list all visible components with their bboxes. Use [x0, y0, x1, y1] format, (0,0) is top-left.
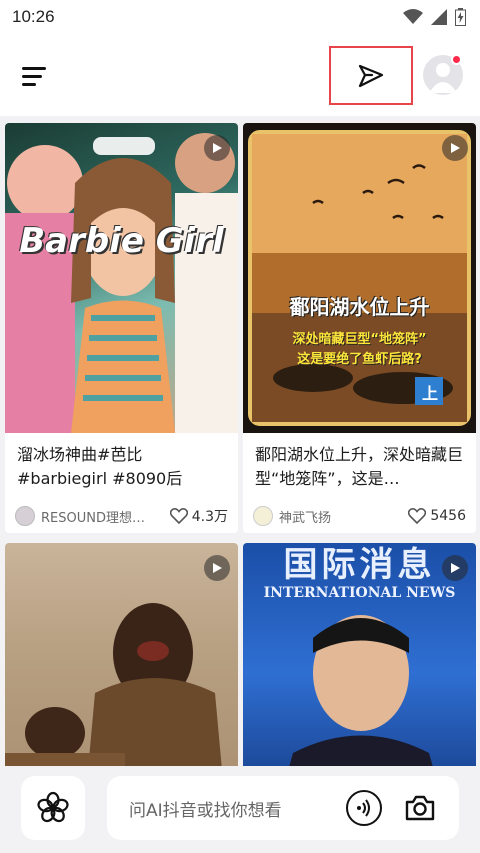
status-bar: 10:26: [0, 0, 480, 34]
heart-icon: [169, 508, 188, 524]
thumbnail-overlay-title: 国际消息: [283, 545, 436, 585]
like-count-value: 5456: [430, 508, 466, 524]
author-avatar[interactable]: [15, 506, 35, 526]
video-card[interactable]: 鄱阳湖水位上升 深处暗藏巨型“地笼阵” 这是要绝了鱼虾后路? 上 鄱阳湖水位上升…: [243, 123, 476, 533]
battery-icon: [455, 8, 466, 26]
video-title[interactable]: 溜冰场神曲#芭比 #barbiegirl #8090后: [17, 443, 228, 491]
video-card[interactable]: [5, 543, 238, 766]
thumbnail-overlay-title: 鄱阳湖水位上升: [289, 295, 430, 319]
thumbnail-overlay-title: Barbie Girl: [19, 221, 224, 261]
video-thumbnail[interactable]: 鄱阳湖水位上升 深处暗藏巨型“地笼阵” 这是要绝了鱼虾后路? 上: [243, 123, 476, 433]
status-time: 10:26: [12, 7, 55, 26]
video-play-badge: [204, 555, 230, 581]
voice-search-button[interactable]: [346, 790, 382, 826]
author-name[interactable]: 神武飞扬: [279, 507, 408, 526]
video-card[interactable]: 国际消息 INTERNATIONAL NEWS: [243, 543, 476, 766]
thumbnail-overlay-subtitle: 这是要绝了鱼虾后路?: [297, 352, 422, 367]
voice-search-icon: [357, 799, 370, 817]
thumbnail-corner-label: 上: [421, 384, 438, 403]
camera-search-button[interactable]: [402, 790, 438, 826]
flower-icon: [37, 791, 69, 823]
send-button[interactable]: [329, 46, 413, 105]
signal-icon: [431, 9, 447, 25]
ai-search-placeholder: 问AI抖音或找你想看: [129, 801, 282, 821]
thumbnail-art: [5, 133, 238, 433]
video-title[interactable]: 鄱阳湖水位上升，深处暗藏巨型“地笼阵”，这是…: [255, 443, 466, 491]
wifi-icon: [403, 9, 423, 24]
video-play-badge: [204, 135, 230, 161]
like-count[interactable]: 5456: [408, 508, 466, 524]
like-count-value: 4.3万: [191, 509, 228, 525]
play-icon: [451, 143, 460, 153]
camera-icon: [405, 795, 435, 821]
like-count[interactable]: 4.3万: [169, 506, 228, 526]
thumbnail-overlay-subtitle: INTERNATIONAL NEWS: [263, 585, 456, 601]
video-feed[interactable]: Barbie Girl 溜冰场神曲#芭比 #barbiegirl #8090后 …: [0, 116, 480, 766]
play-icon: [451, 563, 460, 573]
paper-plane-icon: [358, 64, 384, 87]
menu-button[interactable]: [22, 60, 54, 92]
video-thumbnail[interactable]: [5, 543, 238, 766]
ai-search-box[interactable]: 问AI抖音或找你想看: [107, 776, 459, 840]
author-avatar[interactable]: [253, 506, 273, 526]
status-icons: [403, 8, 466, 26]
heart-icon: [408, 508, 427, 524]
author-name[interactable]: RESOUND理想…: [41, 507, 170, 526]
play-icon: [213, 143, 222, 153]
notification-dot: [451, 54, 462, 65]
video-meta: RESOUND理想… 4.3万: [15, 505, 228, 527]
bottom-bar: 问AI抖音或找你想看: [0, 766, 480, 853]
play-icon: [213, 563, 222, 573]
video-play-badge: [442, 555, 468, 581]
thumbnail-art: [5, 603, 222, 766]
video-thumbnail[interactable]: Barbie Girl: [5, 123, 238, 433]
discover-button[interactable]: [21, 776, 85, 840]
thumbnail-overlay-subtitle: 深处暗藏巨型“地笼阵”: [292, 332, 427, 347]
video-meta: 神武飞扬 5456: [253, 505, 466, 527]
thumbnail-art: [248, 130, 471, 426]
video-card[interactable]: Barbie Girl 溜冰场神曲#芭比 #barbiegirl #8090后 …: [5, 123, 238, 533]
video-thumbnail[interactable]: 国际消息 INTERNATIONAL NEWS: [243, 543, 476, 766]
video-play-badge: [442, 135, 468, 161]
top-bar: [0, 34, 480, 116]
